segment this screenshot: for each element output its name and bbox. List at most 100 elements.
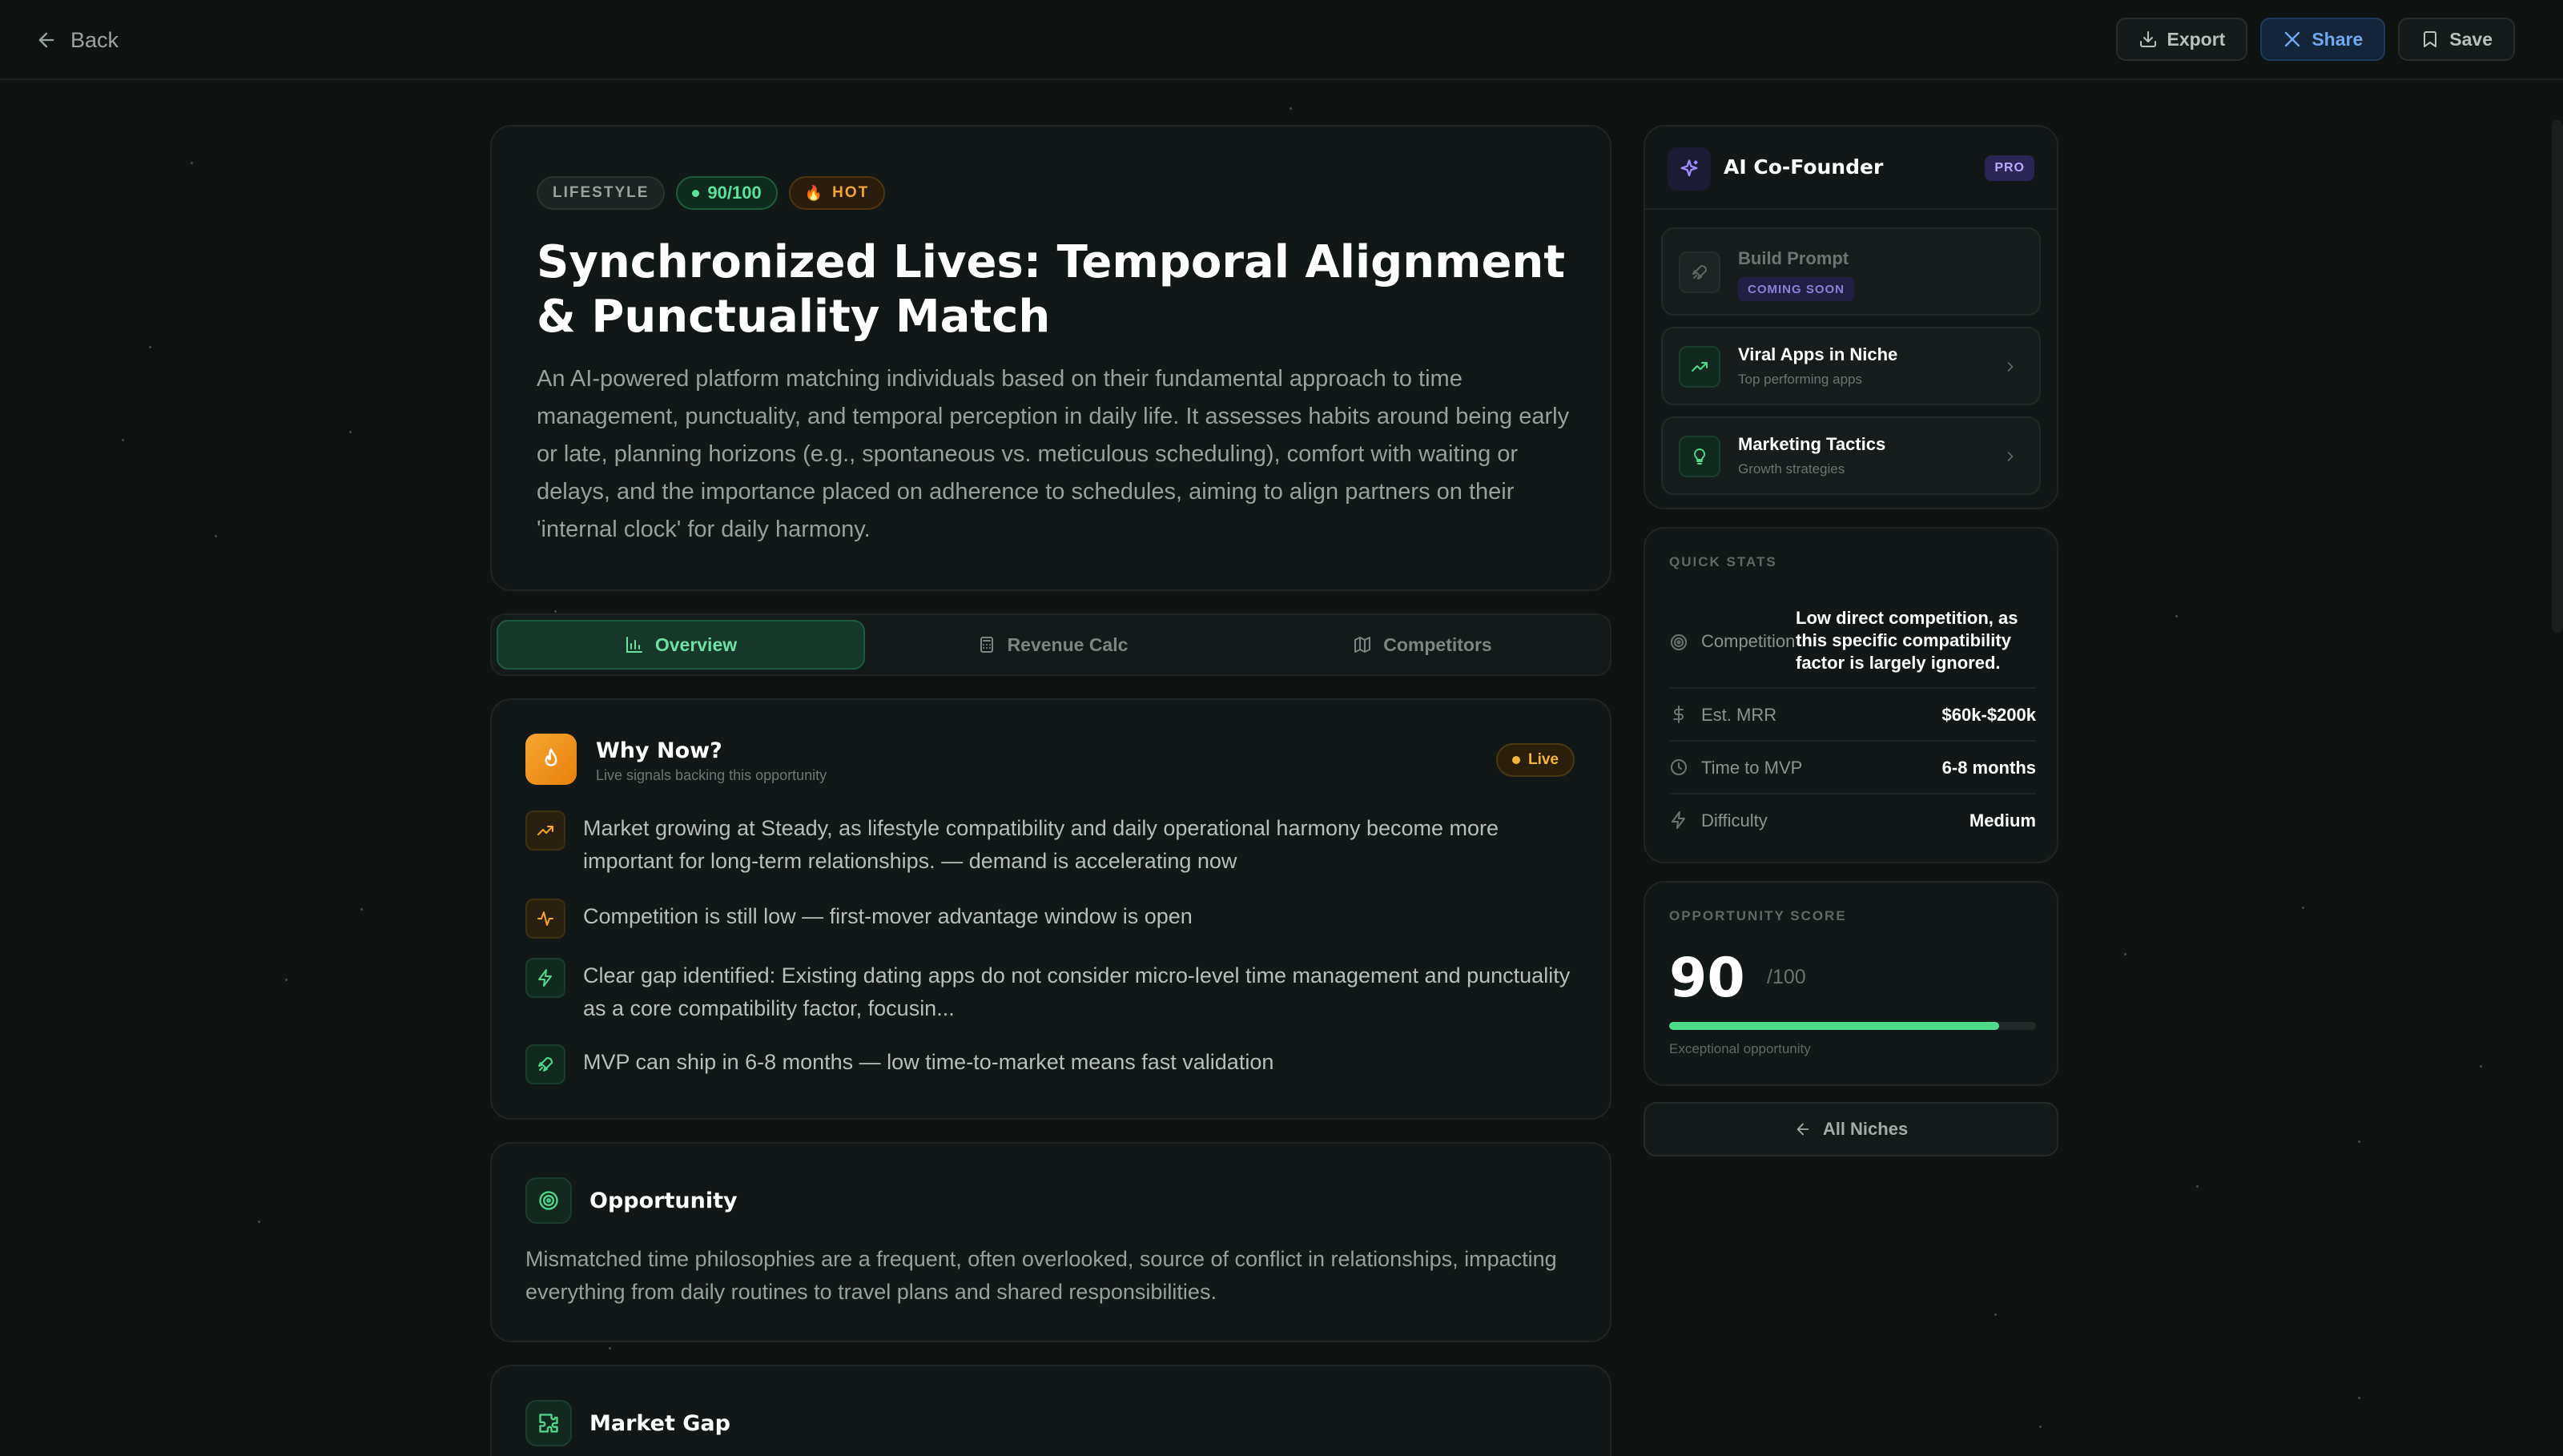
build-prompt-item: Build Prompt COMING SOON	[1661, 227, 2041, 316]
stat-key: Est. MRR	[1701, 705, 1777, 725]
market-gap-card: Market Gap	[490, 1365, 1611, 1456]
tab-competitors[interactable]: Competitors	[1240, 620, 1605, 670]
viral-apps-item[interactable]: Viral Apps in Niche Top performing apps	[1661, 327, 2041, 405]
x-logo-icon	[2285, 31, 2300, 47]
hot-badge: 🔥 HOT	[788, 176, 886, 210]
save-label: Save	[2449, 28, 2493, 50]
share-button[interactable]: Share	[2260, 18, 2386, 61]
rocket-icon	[1679, 251, 1720, 293]
score-value: 90	[1669, 947, 1745, 1010]
page-description: An AI-powered platform matching individu…	[537, 366, 1570, 542]
score-caption: Exceptional opportunity	[1669, 1041, 1811, 1056]
chevron-right-icon	[2007, 362, 2014, 372]
bar-chart-icon	[626, 637, 642, 653]
list-item: MVP can ship in 6-8 months — low time-to…	[525, 1044, 1583, 1084]
opportunity-score-label: OPPORTUNITY SCORE	[1669, 908, 1847, 923]
quick-stats-label: QUICK STATS	[1669, 554, 1777, 569]
map-icon	[1354, 637, 1371, 653]
trending-up-icon	[525, 810, 565, 851]
opportunity-card: Opportunity Mismatched time philosophies…	[490, 1142, 1611, 1342]
trending-up-icon	[1679, 346, 1720, 388]
back-button[interactable]: Back	[35, 24, 119, 56]
hero-badges: LIFESTYLE 90/100 🔥 HOT	[537, 176, 886, 210]
clock-icon	[1671, 759, 1687, 775]
category-badge: LIFESTYLE	[537, 176, 666, 210]
build-prompt-title: Build Prompt	[1738, 248, 1849, 268]
ai-cofounder-title: AI Co-Founder	[1724, 155, 1884, 179]
marketing-tactics-item[interactable]: Marketing Tactics Growth strategies	[1661, 416, 2041, 495]
market-gap-title: Market Gap	[589, 1411, 730, 1436]
score-dot-icon	[692, 189, 700, 197]
tab-revenue-calc-label: Revenue Calc	[1007, 633, 1129, 655]
tab-revenue-calc[interactable]: Revenue Calc	[870, 620, 1235, 670]
ai-cofounder-header: AI Co-Founder PRO	[1645, 127, 2057, 210]
list-item: Clear gap identified: Existing dating ap…	[525, 958, 1583, 1025]
stat-value: 6-8 months	[1941, 758, 2036, 778]
ai-cofounder-card: AI Co-Founder PRO Build Prompt COMING SO…	[1644, 125, 2058, 509]
opportunity-title: Opportunity	[589, 1189, 738, 1213]
stat-key: Difficulty	[1701, 810, 1768, 831]
chevron-right-icon	[2007, 452, 2014, 461]
tab-competitors-label: Competitors	[1383, 633, 1492, 655]
viral-apps-title: Viral Apps in Niche	[1738, 344, 1898, 364]
marketing-tactics-title: Marketing Tactics	[1738, 434, 1886, 454]
scrollbar[interactable]	[2552, 120, 2563, 633]
sparkles-icon	[1668, 147, 1711, 191]
bookmark-icon	[2424, 31, 2437, 47]
score-badge: 90/100	[676, 176, 778, 210]
top-bar: Back Export Share Save	[0, 0, 2563, 80]
stat-key: Time to MVP	[1701, 758, 1803, 778]
signal-text: Competition is still low — first-mover a…	[583, 904, 1193, 928]
tab-overview[interactable]: Overview	[497, 620, 865, 670]
hero-card: LIFESTYLE 90/100 🔥 HOT Synchronized Live…	[490, 125, 1611, 591]
flame-icon: 🔥	[804, 184, 825, 201]
stat-value: Medium	[1969, 810, 2036, 831]
coming-soon-badge: COMING SOON	[1738, 277, 1855, 301]
live-dot-icon	[1511, 756, 1520, 764]
top-actions: Export Share Save	[2115, 18, 2515, 61]
score-badge-label: 90/100	[707, 183, 762, 203]
activity-icon	[525, 899, 565, 939]
marketing-tactics-subtitle: Growth strategies	[1738, 461, 1845, 477]
calculator-icon	[980, 637, 993, 653]
export-button[interactable]: Export	[2115, 18, 2248, 61]
why-now-subtitle: Live signals backing this opportunity	[596, 767, 827, 783]
opportunity-score-card: OPPORTUNITY SCORE 90 /100 Exceptional op…	[1644, 881, 2058, 1086]
stat-row-difficulty: Difficulty Medium	[1669, 794, 2036, 847]
why-now-card: Why Now? Live signals backing this oppor…	[490, 698, 1611, 1120]
lightbulb-icon	[1679, 436, 1720, 477]
signal-text: Market growing at Steady, as lifestyle c…	[583, 816, 1499, 873]
download-icon	[2139, 31, 2156, 47]
back-label: Back	[70, 27, 119, 52]
live-label: Live	[1527, 751, 1559, 768]
category-badge-label: LIFESTYLE	[553, 184, 650, 201]
stat-key: Competition	[1701, 631, 1796, 651]
target-icon	[525, 1177, 572, 1224]
signal-text: Clear gap identified: Existing dating ap…	[583, 963, 1571, 1020]
save-button[interactable]: Save	[2398, 18, 2515, 61]
score-progress-track	[1669, 1022, 2036, 1030]
stat-row-competition: Competition Low direct competition, as t…	[1669, 599, 2036, 689]
dollar-icon	[1673, 706, 1684, 723]
hot-badge-label: HOT	[832, 184, 870, 201]
score-progress-fill	[1669, 1022, 2000, 1030]
all-niches-button[interactable]: All Niches	[1644, 1102, 2058, 1156]
list-item: Competition is still low — first-mover a…	[525, 899, 1583, 939]
arrow-left-icon	[38, 32, 54, 48]
stat-value: $60k-$200k	[1941, 705, 2036, 725]
page-title: Synchronized Lives: Temporal Alignment &…	[537, 236, 1566, 343]
all-niches-label: All Niches	[1822, 1119, 1909, 1139]
zap-icon	[525, 958, 565, 998]
live-badge: Live	[1495, 743, 1575, 777]
stat-value: Low direct competition, as this specific…	[1796, 608, 2018, 673]
stat-row-mrr: Est. MRR $60k-$200k	[1669, 689, 2036, 742]
stat-row-time-to-mvp: Time to MVP 6-8 months	[1669, 742, 2036, 794]
why-now-title: Why Now?	[596, 738, 722, 763]
score-denominator: /100	[1767, 966, 1806, 988]
list-item: Market growing at Steady, as lifestyle c…	[525, 810, 1583, 878]
signal-text: MVP can ship in 6-8 months — low time-to…	[583, 1050, 1274, 1074]
flame-icon	[525, 734, 577, 785]
pro-badge: PRO	[1985, 155, 2034, 181]
tab-bar: Overview Revenue Calc Competitors	[490, 613, 1611, 676]
arrow-left-icon	[1797, 1123, 1809, 1136]
